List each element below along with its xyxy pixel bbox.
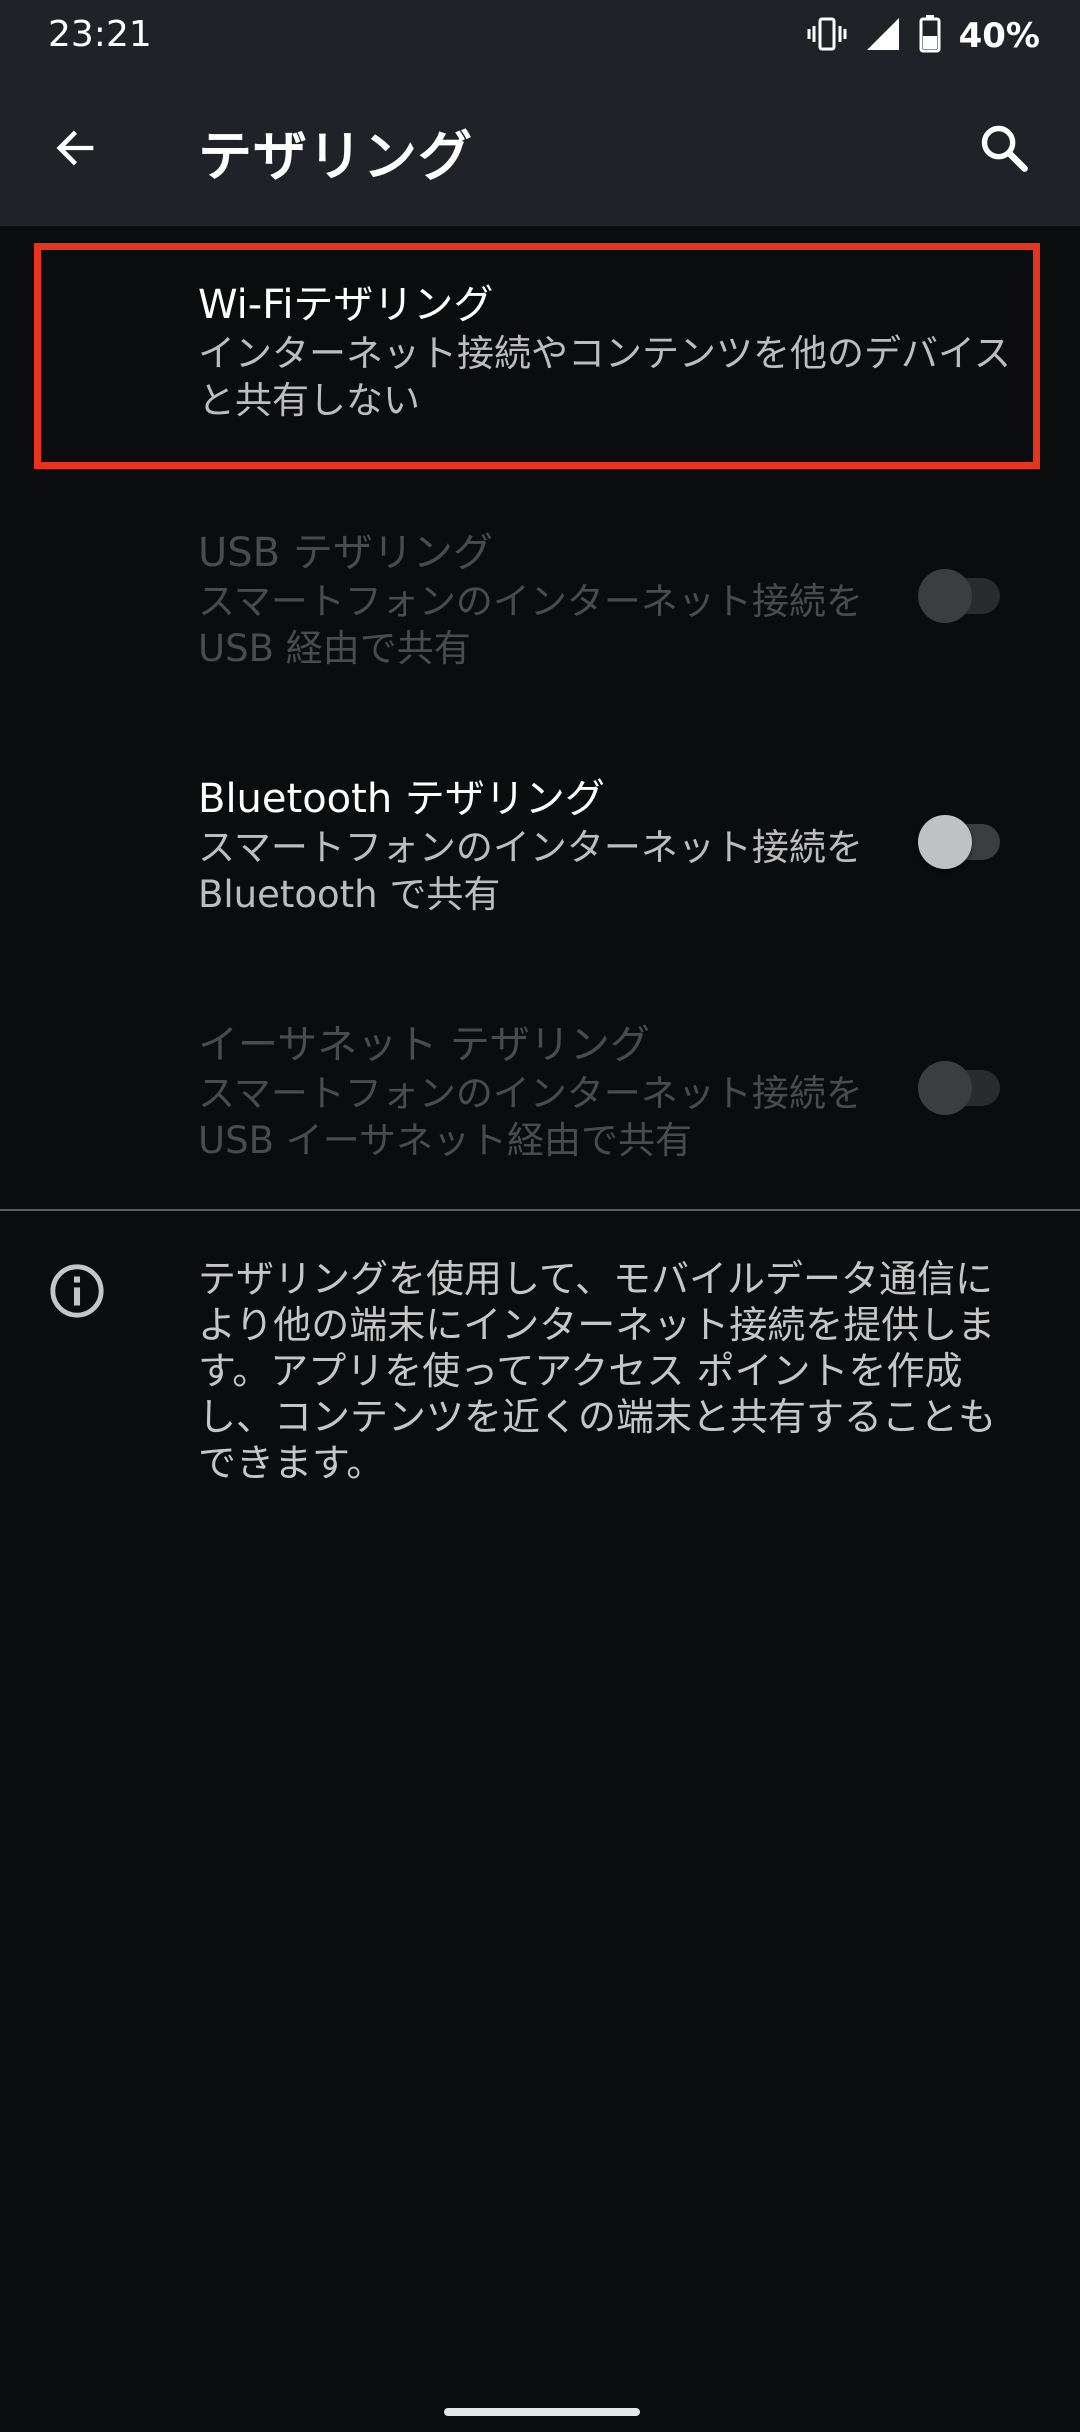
status-time: 23:21 [48,14,152,55]
divider [0,1209,1080,1211]
ethernet-tethering-title: イーサネット テザリング [198,1022,650,1068]
footer-info-text: テザリングを使用して、モバイルデータ通信により他の端末にインターネット接続を提供… [198,1257,997,1485]
bluetooth-tethering-item[interactable]: Bluetooth テザリング スマートフォンのインターネット接続を Bluet… [0,754,1080,944]
back-button[interactable] [40,114,112,186]
bluetooth-tethering-switch[interactable] [918,812,1008,872]
highlight-box [34,243,1040,469]
usb-tethering-switch[interactable] [918,566,1008,626]
status-bar: 23:21 40% [0,0,1080,72]
usb-tethering-item[interactable]: USB テザリング スマートフォンのインターネット接続を USB 経由で共有 [0,508,1080,698]
usb-tethering-summary: スマートフォンのインターネット接続を USB 経由で共有 [198,580,863,670]
switch-thumb [918,569,972,623]
app-bar: テザリング [0,72,1080,226]
ethernet-tethering-summary: スマートフォンのインターネット接続を USB イーサネット経由で共有 [198,1072,863,1162]
gesture-nav-handle[interactable] [444,2408,640,2416]
switch-thumb [918,1061,972,1115]
ethernet-tethering-item[interactable]: イーサネット テザリング スマートフォンのインターネット接続を USB イーサネ… [0,1000,1080,1190]
battery-icon [919,15,941,57]
page-title: テザリング [198,125,473,188]
bluetooth-tethering-title: Bluetooth テザリング [198,776,605,822]
info-icon [48,1262,106,1320]
battery-percentage: 40% [958,16,1040,56]
signal-icon [865,16,901,56]
search-button[interactable] [968,114,1040,186]
bluetooth-tethering-summary: スマートフォンのインターネット接続を Bluetooth で共有 [198,826,863,916]
arrow-back-icon [50,122,102,178]
usb-tethering-title: USB テザリング [198,530,493,576]
search-icon [978,122,1030,178]
vibrate-icon [807,16,847,56]
ethernet-tethering-switch[interactable] [918,1058,1008,1118]
status-icons: 40% [807,12,1040,60]
switch-thumb [918,815,972,869]
